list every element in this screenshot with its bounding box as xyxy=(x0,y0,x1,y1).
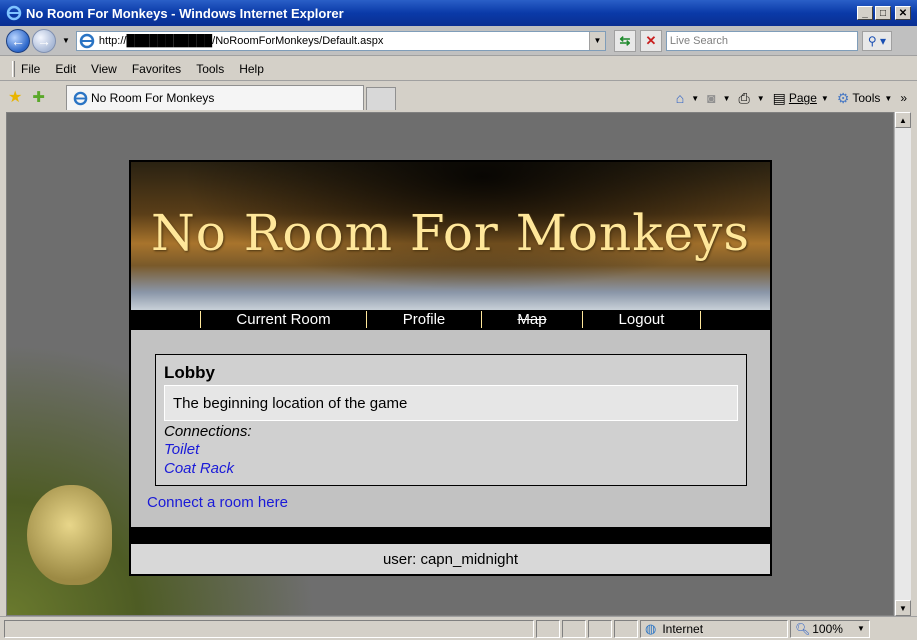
print-icon: ⎙ xyxy=(738,89,750,106)
site-title: No Room For Monkeys xyxy=(150,204,751,262)
site-nav: Current Room Profile Map Logout xyxy=(131,310,770,330)
window-title: No Room For Monkeys - Windows Internet E… xyxy=(26,5,344,21)
ie-app-icon xyxy=(6,5,22,21)
status-segment xyxy=(562,619,586,638)
content-panel: Lobby The beginning location of the game… xyxy=(131,330,770,527)
minimize-button[interactable]: _ xyxy=(857,6,873,20)
search-button[interactable]: ⚲ ▾ xyxy=(861,30,892,51)
room-name: Lobby xyxy=(164,363,215,382)
new-tab-button[interactable] xyxy=(366,87,396,110)
connection-link-coat-rack[interactable]: Coat Rack xyxy=(164,459,738,478)
page-viewport: No Room For Monkeys Current Room Profile… xyxy=(6,112,894,616)
scroll-down-arrow-icon[interactable]: ▼ xyxy=(895,600,911,616)
zoom-dropdown-icon[interactable]: ▼ xyxy=(857,624,865,633)
search-icon: ⚲ ▾ xyxy=(867,33,886,48)
connections-label: Connections: xyxy=(164,423,252,440)
page-menu-button[interactable]: ▤ Page ▼ xyxy=(773,90,829,107)
status-segment xyxy=(588,619,612,638)
search-input[interactable]: Live Search xyxy=(665,30,858,51)
status-bar: ◍ Internet 🔍︎ 100% ▼ xyxy=(0,616,917,640)
refresh-icon: ⇆ xyxy=(619,32,631,48)
address-input[interactable]: http://███████████/NoRoomForMonkeys/Defa… xyxy=(99,35,589,47)
nav-current-room[interactable]: Current Room xyxy=(200,311,366,328)
forward-button[interactable]: → xyxy=(32,28,56,53)
more-commands-button[interactable]: » xyxy=(900,91,907,105)
nav-divider xyxy=(700,311,701,329)
refresh-button[interactable]: ⇆ xyxy=(613,29,636,52)
gosling-image xyxy=(27,485,112,585)
site-banner: No Room For Monkeys xyxy=(131,162,770,310)
add-favorite-icon[interactable]: ✚ xyxy=(32,88,45,106)
menu-favorites[interactable]: Favorites xyxy=(132,62,181,76)
room-box: Lobby The beginning location of the game… xyxy=(155,354,747,486)
home-icon: ⌂ xyxy=(675,90,685,106)
history-dropdown-icon[interactable]: ▼ xyxy=(62,36,70,45)
command-bar: ⌂ ▼ ◙ ▼ ⎙ ▼ ▤ Page ▼ ⚙ Tools ▼ » xyxy=(668,87,907,109)
connection-link-toilet[interactable]: Toilet xyxy=(164,440,738,459)
status-segment xyxy=(614,619,638,638)
connect-room-link[interactable]: Connect a room here xyxy=(147,494,288,511)
zoom-icon: 🔍︎ xyxy=(795,621,811,636)
feeds-button[interactable]: ◙ ▼ xyxy=(707,90,730,106)
address-dropdown-icon[interactable]: ▼ xyxy=(588,31,605,50)
tools-menu-label: Tools xyxy=(852,91,881,105)
address-toolbar: ← → ▼ http://███████████/NoRoomForMonkey… xyxy=(0,26,917,56)
menu-help[interactable]: Help xyxy=(239,62,264,76)
address-bar[interactable]: http://███████████/NoRoomForMonkeys/Defa… xyxy=(75,30,606,51)
tab-no-room-for-monkeys[interactable]: No Room For Monkeys xyxy=(66,85,364,110)
feeds-icon: ◙ xyxy=(707,90,716,106)
tab-bar: ★ ✚ No Room For Monkeys ⌂ ▼ ◙ ▼ ⎙ ▼ ▤ Page ▼ … xyxy=(0,82,917,112)
nav-map[interactable]: Map xyxy=(481,311,582,328)
footer-divider xyxy=(131,527,770,544)
close-button[interactable]: ✕ xyxy=(895,6,911,20)
menu-view[interactable]: View xyxy=(91,62,117,76)
room-description: The beginning location of the game xyxy=(164,385,738,421)
chevron-more-icon: » xyxy=(900,91,907,105)
back-button[interactable]: ← xyxy=(6,28,30,53)
page-icon: ▤ xyxy=(772,89,786,106)
tools-menu-button[interactable]: ⚙ Tools ▼ xyxy=(837,90,893,107)
ie-tab-icon xyxy=(73,91,88,105)
scroll-up-arrow-icon[interactable]: ▲ xyxy=(895,112,911,128)
globe-icon: ◍ xyxy=(645,620,657,636)
menu-file[interactable]: File xyxy=(21,62,40,76)
nav-logout[interactable]: Logout xyxy=(582,311,700,328)
page-menu-label: Page xyxy=(788,91,817,105)
print-button[interactable]: ⎙ ▼ xyxy=(739,90,765,107)
nav-profile[interactable]: Profile xyxy=(366,311,481,328)
status-segment xyxy=(536,619,560,638)
gear-icon: ⚙ xyxy=(836,89,850,106)
zone-label: Internet xyxy=(662,621,704,636)
vertical-scrollbar[interactable]: ▲ ▼ xyxy=(894,112,911,616)
status-text xyxy=(4,619,534,638)
menu-edit[interactable]: Edit xyxy=(55,62,76,76)
user-footer: user: capn_midnight xyxy=(131,544,770,574)
toolbar-grip xyxy=(12,60,15,77)
menu-bar: File Edit View Favorites Tools Help xyxy=(0,57,917,81)
ie-page-icon xyxy=(79,33,95,48)
forward-arrow-icon: → xyxy=(37,32,51,49)
zoom-label: 100% xyxy=(812,621,843,636)
security-zone[interactable]: ◍ Internet xyxy=(640,619,788,638)
back-arrow-icon: ← xyxy=(11,32,25,49)
menu-tools[interactable]: Tools xyxy=(196,62,224,76)
stop-icon: ✕ xyxy=(645,32,657,48)
home-button[interactable]: ⌂ ▼ xyxy=(676,90,699,106)
site-container: No Room For Monkeys Current Room Profile… xyxy=(129,160,772,576)
window-titlebar: No Room For Monkeys - Windows Internet E… xyxy=(0,0,917,26)
tab-label: No Room For Monkeys xyxy=(91,91,215,105)
maximize-button[interactable]: □ xyxy=(875,6,891,20)
stop-button[interactable]: ✕ xyxy=(639,29,662,52)
zoom-control[interactable]: 🔍︎ 100% ▼ xyxy=(790,619,870,638)
favorites-star-icon[interactable]: ★ xyxy=(8,87,22,107)
